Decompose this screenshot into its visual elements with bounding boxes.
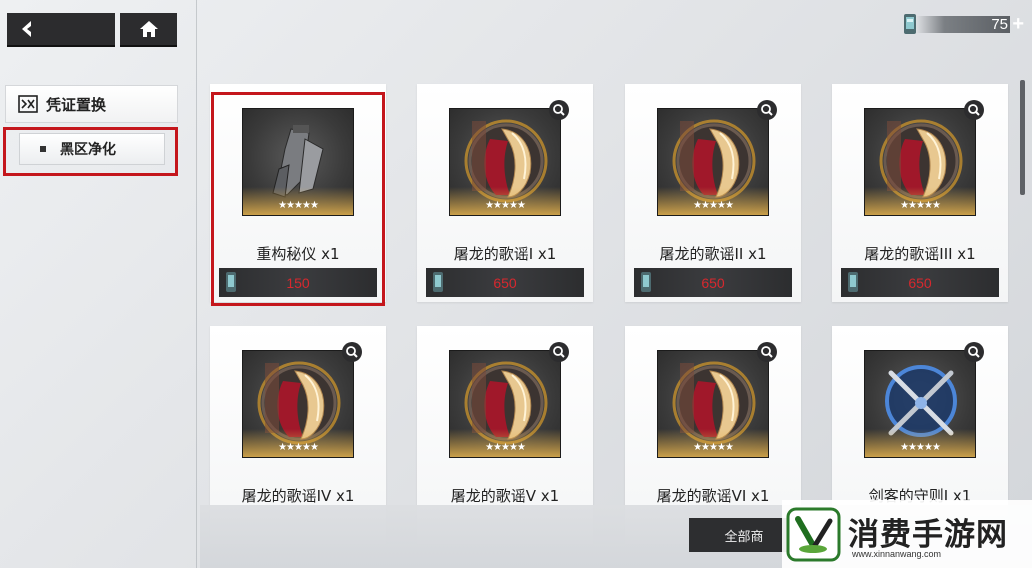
item-thumbnail: ★★★★★ xyxy=(657,108,769,216)
item-thumbnail: ★★★★★ xyxy=(449,108,561,216)
shop-item-card[interactable]: ★★★★★ 重构秘仪 x1 150 xyxy=(210,84,386,302)
rarity-stars: ★★★★★ xyxy=(278,200,319,211)
sidebar-item-black-zone-purify[interactable]: 黑区净化 xyxy=(19,133,165,165)
ticket-icon xyxy=(904,14,916,34)
item-name: 屠龙的歌谣V x1 xyxy=(450,487,560,505)
currency-count: 75 xyxy=(991,16,1008,33)
panel-divider xyxy=(196,0,197,568)
home-button[interactable] xyxy=(120,13,177,47)
shop-item-card[interactable]: ★★★★★ 屠龙的歌谣II x1 650 xyxy=(625,84,801,302)
rarity-stars: ★★★★★ xyxy=(693,200,734,211)
chevron-left-icon xyxy=(22,21,31,37)
item-name: 屠龙的歌谣IV x1 xyxy=(241,487,355,505)
price-bar: 650 xyxy=(426,268,584,297)
watermark-text: 消费手游网 xyxy=(848,517,1008,553)
item-name: 屠龙的歌谣I x1 xyxy=(453,245,557,263)
zoom-icon[interactable] xyxy=(964,100,984,120)
back-button[interactable] xyxy=(7,13,115,47)
watermark-logo xyxy=(786,507,841,562)
home-icon xyxy=(139,21,158,37)
item-thumbnail: ★★★★★ xyxy=(657,350,769,458)
price-bar: 150 xyxy=(219,268,377,297)
item-thumbnail: ★★★★★ xyxy=(864,350,976,458)
currency-display: 75 + xyxy=(902,12,1024,36)
rarity-stars: ★★★★★ xyxy=(485,200,526,211)
rarity-stars: ★★★★★ xyxy=(693,442,734,453)
rarity-stars: ★★★★★ xyxy=(900,200,941,211)
bullet-icon xyxy=(40,146,46,152)
item-name: 重构秘仪 x1 xyxy=(256,245,340,263)
item-name: 屠龙的歌谣III x1 xyxy=(864,245,976,263)
item-thumbnail: ★★★★★ xyxy=(449,350,561,458)
item-name: 屠龙的歌谣II x1 xyxy=(659,245,767,263)
rarity-stars: ★★★★★ xyxy=(900,442,941,453)
rarity-stars: ★★★★★ xyxy=(485,442,526,453)
zoom-icon[interactable] xyxy=(549,342,569,362)
scrollbar[interactable] xyxy=(1020,80,1025,195)
item-price: 650 xyxy=(701,274,725,291)
item-thumbnail: ★★★★★ xyxy=(242,108,354,216)
shop-item-card[interactable]: ★★★★★ 屠龙的歌谣I x1 650 xyxy=(417,84,593,302)
sidebar-category-label: 凭证置换 xyxy=(46,95,107,114)
item-name: 屠龙的歌谣VI x1 xyxy=(656,487,770,505)
watermark-url: www.xinnanwang.com xyxy=(852,549,942,559)
sidebar-item-label: 黑区净化 xyxy=(60,142,116,158)
add-currency-button[interactable]: + xyxy=(1012,13,1024,36)
voucher-icon xyxy=(18,95,38,113)
zoom-icon[interactable] xyxy=(549,100,569,120)
zoom-icon[interactable] xyxy=(342,342,362,362)
zoom-icon[interactable] xyxy=(757,342,777,362)
item-thumbnail: ★★★★★ xyxy=(242,350,354,458)
rarity-stars: ★★★★★ xyxy=(278,442,319,453)
zoom-icon[interactable] xyxy=(964,342,984,362)
item-thumbnail: ★★★★★ xyxy=(864,108,976,216)
sidebar-category-voucher-exchange[interactable]: 凭证置换 xyxy=(5,85,178,123)
price-bar: 650 xyxy=(841,268,999,297)
shop-item-card[interactable]: ★★★★★ 屠龙的歌谣III x1 650 xyxy=(832,84,1008,302)
price-bar: 650 xyxy=(634,268,792,297)
item-price: 650 xyxy=(493,274,517,291)
item-price: 650 xyxy=(908,274,932,291)
item-price: 150 xyxy=(286,274,310,291)
zoom-icon[interactable] xyxy=(757,100,777,120)
